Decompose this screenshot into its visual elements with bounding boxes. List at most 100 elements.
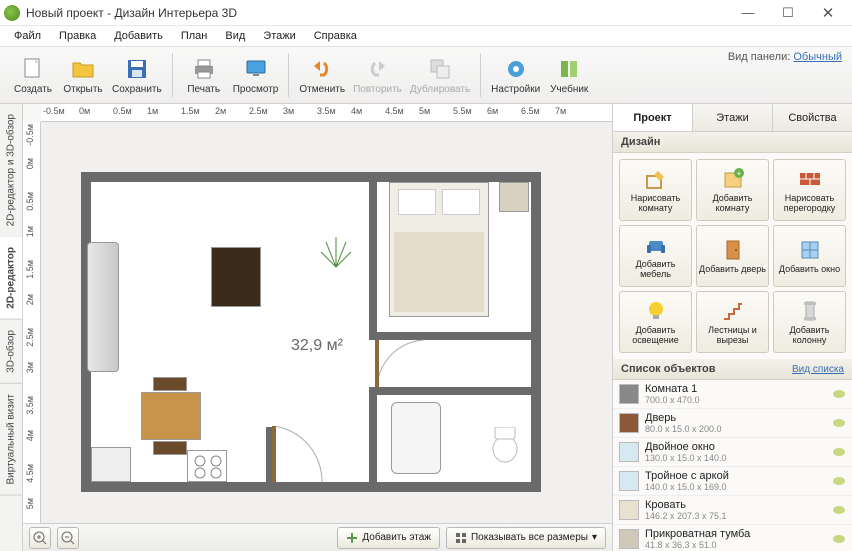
- minimize-button[interactable]: —: [728, 1, 768, 25]
- view-button[interactable]: Просмотр: [229, 49, 283, 101]
- tool-add-column[interactable]: Добавить колонну: [773, 291, 846, 353]
- furniture-tv[interactable]: [211, 247, 261, 307]
- right-tab-bar: Проект Этажи Свойства: [613, 104, 852, 132]
- floor-plan-canvas[interactable]: 32,9 м²: [41, 122, 612, 523]
- furniture-chair[interactable]: [153, 377, 187, 391]
- door-thumb-icon: [619, 413, 639, 433]
- furniture-plant[interactable]: [316, 232, 356, 272]
- right-panel: Проект Этажи Свойства Дизайн Нарисовать …: [612, 104, 852, 551]
- list-view-link[interactable]: Вид списка: [792, 364, 844, 375]
- menu-floors[interactable]: Этажи: [255, 28, 303, 44]
- book-button[interactable]: Учебник: [544, 49, 594, 101]
- eye-icon[interactable]: [832, 505, 846, 515]
- tab-virtual-visit[interactable]: Виртуальный визит: [0, 384, 22, 496]
- tab-2d-editor[interactable]: 2D-редактор: [0, 237, 22, 320]
- furniture-bathtub[interactable]: [391, 402, 441, 474]
- list-item[interactable]: Прикроватная тумба41.8 x 36.3 x 51.0: [613, 525, 852, 551]
- tool-add-room[interactable]: +Добавить комнату: [696, 159, 769, 221]
- svg-text:+: +: [736, 169, 741, 178]
- menu-file[interactable]: Файл: [6, 28, 49, 44]
- stairs-icon: [721, 299, 745, 323]
- canvas-area: -0.5м 0м 0.5м 1м 1.5м 2м 2.5м 3м 3.5м 4м…: [23, 104, 612, 551]
- tab-properties[interactable]: Свойства: [773, 104, 852, 131]
- add-room-icon: +: [721, 167, 745, 191]
- view-panel-mode-link[interactable]: Обычный: [793, 51, 842, 63]
- tool-draw-room[interactable]: Нарисовать комнату: [619, 159, 692, 221]
- door-arc[interactable]: [369, 332, 429, 387]
- list-item[interactable]: Кровать146.2 x 207.3 x 75.1: [613, 496, 852, 525]
- tab-2d-3d-combo[interactable]: 2D-редактор и 3D-обзор: [0, 104, 22, 237]
- interior-wall[interactable]: [369, 387, 541, 395]
- eye-icon[interactable]: [832, 447, 846, 457]
- ruler-horizontal: -0.5м 0м 0.5м 1м 1.5м 2м 2.5м 3м 3.5м 4м…: [41, 104, 612, 122]
- furniture-chair[interactable]: [153, 441, 187, 455]
- room-area-label: 32,9 м²: [291, 337, 343, 355]
- plus-layers-icon: [346, 532, 358, 544]
- left-tab-strip: 2D-редактор и 3D-обзор 2D-редактор 3D-об…: [0, 104, 23, 551]
- toolbar-sep: [480, 53, 481, 97]
- room-outline[interactable]: 32,9 м²: [81, 172, 541, 492]
- open-button[interactable]: Открыть: [58, 49, 108, 101]
- duplicate-button[interactable]: Дублировать: [406, 49, 474, 101]
- save-button[interactable]: Сохранить: [108, 49, 166, 101]
- furniture-sofa[interactable]: [87, 242, 119, 372]
- interior-wall[interactable]: [369, 387, 377, 492]
- menu-edit[interactable]: Правка: [51, 28, 104, 44]
- title-bar: Новый проект - Дизайн Интерьера 3D — ☐ ✕: [0, 0, 852, 26]
- dimensions-icon: [455, 532, 467, 544]
- maximize-button[interactable]: ☐: [768, 1, 808, 25]
- show-all-sizes-button[interactable]: Показывать все размеры ▾: [446, 527, 606, 549]
- menu-bar: Файл Правка Добавить План Вид Этажи Спра…: [0, 26, 852, 46]
- print-button[interactable]: Печать: [179, 49, 229, 101]
- tool-add-window[interactable]: Добавить окно: [773, 225, 846, 287]
- zoom-in-button[interactable]: [29, 527, 51, 549]
- eye-icon[interactable]: [832, 418, 846, 428]
- settings-button[interactable]: Настройки: [487, 49, 544, 101]
- folder-open-icon: [70, 56, 96, 82]
- list-item[interactable]: Тройное с аркой140.0 x 15.0 x 169.0: [613, 467, 852, 496]
- menu-help[interactable]: Справка: [306, 28, 365, 44]
- eye-icon[interactable]: [832, 534, 846, 544]
- redo-button[interactable]: Повторить: [349, 49, 406, 101]
- list-item[interactable]: Двойное окно130.0 x 15.0 x 140.0: [613, 438, 852, 467]
- list-item[interactable]: Комната 1700.0 x 470.0: [613, 380, 852, 409]
- list-item[interactable]: Дверь80.0 x 15.0 x 200.0: [613, 409, 852, 438]
- add-floor-button[interactable]: Добавить этаж: [337, 527, 440, 549]
- menu-plan[interactable]: План: [173, 28, 216, 44]
- tool-add-furniture[interactable]: Добавить мебель: [619, 225, 692, 287]
- tool-stairs-cutouts[interactable]: Лестницы и вырезы: [696, 291, 769, 353]
- design-section-title: Дизайн: [613, 132, 852, 153]
- furniture-stove[interactable]: [187, 450, 227, 482]
- canvas-bottom-bar: Добавить этаж Показывать все размеры ▾: [23, 523, 612, 551]
- furniture-nightstand[interactable]: [499, 182, 529, 212]
- furniture-counter[interactable]: [91, 447, 131, 482]
- tab-3d-view[interactable]: 3D-обзор: [0, 320, 22, 384]
- view-panel-label: Вид панели: Обычный: [728, 51, 842, 63]
- window-title: Новый проект - Дизайн Интерьера 3D: [26, 6, 728, 20]
- toolbar-sep: [172, 53, 173, 97]
- close-button[interactable]: ✕: [808, 1, 848, 25]
- furniture-table[interactable]: [141, 392, 201, 440]
- tool-add-door[interactable]: Добавить дверь: [696, 225, 769, 287]
- objects-list: Комната 1700.0 x 470.0 Дверь80.0 x 15.0 …: [613, 380, 852, 551]
- door-arc[interactable]: [266, 426, 326, 492]
- tab-floors[interactable]: Этажи: [693, 104, 773, 131]
- undo-button[interactable]: Отменить: [295, 49, 349, 101]
- create-button[interactable]: Создать: [8, 49, 58, 101]
- objects-section-title: Список объектов Вид списка: [613, 359, 852, 380]
- zoom-out-button[interactable]: [57, 527, 79, 549]
- brick-wall-icon: [798, 167, 822, 191]
- tab-project[interactable]: Проект: [613, 104, 693, 131]
- tool-add-lighting[interactable]: Добавить освещение: [619, 291, 692, 353]
- interior-wall[interactable]: [369, 172, 377, 332]
- furniture-bed[interactable]: [389, 182, 489, 317]
- furniture-toilet[interactable]: [491, 427, 519, 463]
- save-icon: [124, 56, 150, 82]
- eye-icon[interactable]: [832, 476, 846, 486]
- eye-icon[interactable]: [832, 389, 846, 399]
- menu-add[interactable]: Добавить: [106, 28, 171, 44]
- tool-draw-partition[interactable]: Нарисовать перегородку: [773, 159, 846, 221]
- menu-view[interactable]: Вид: [217, 28, 253, 44]
- bed-thumb-icon: [619, 500, 639, 520]
- nightstand-thumb-icon: [619, 529, 639, 549]
